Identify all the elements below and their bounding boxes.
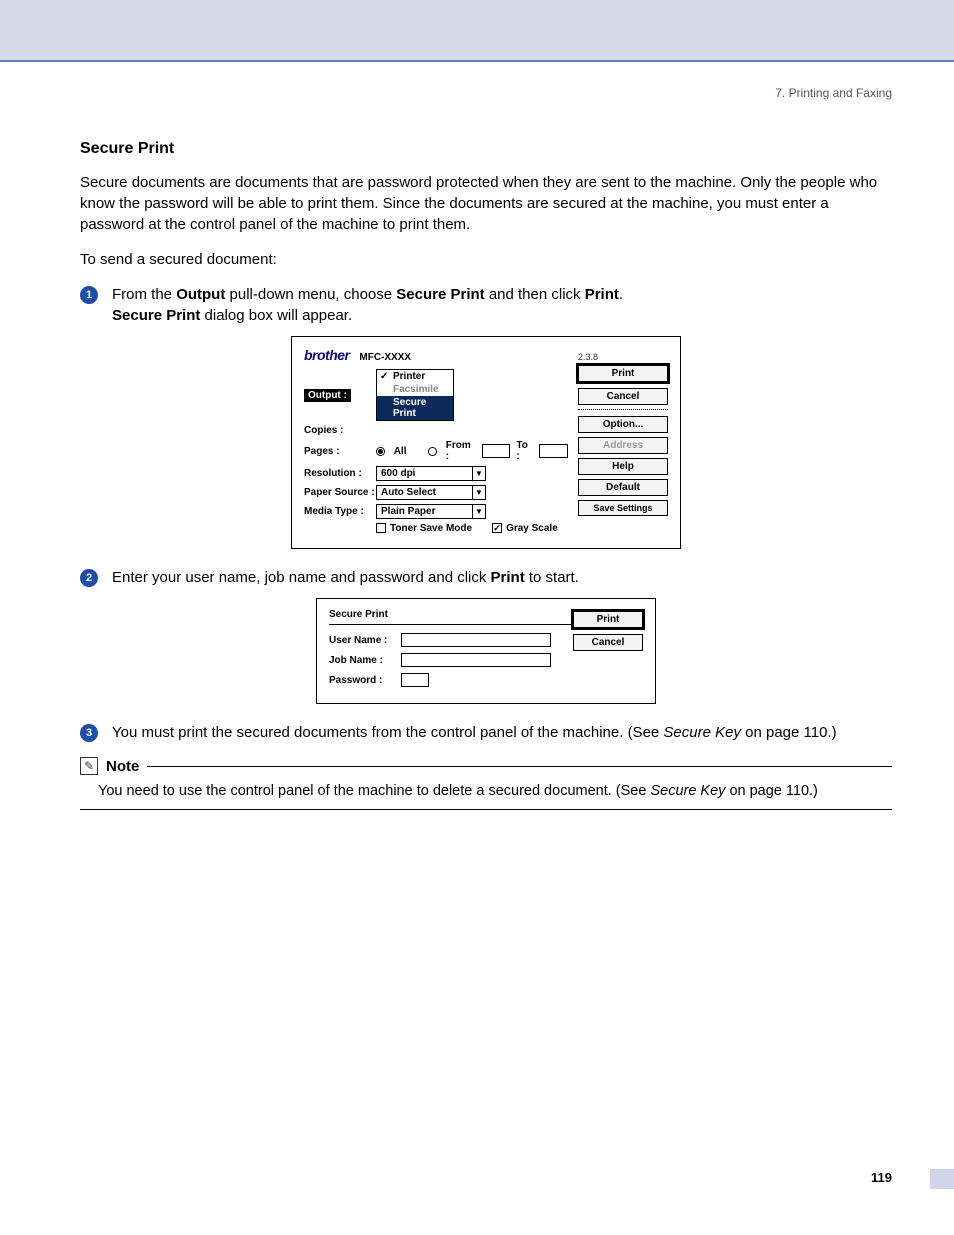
password-label: Password :: [329, 675, 401, 686]
menu-item-printer[interactable]: ✓Printer: [377, 370, 453, 383]
text: on page 110.): [725, 783, 817, 799]
save-settings-button[interactable]: Save Settings: [578, 500, 668, 516]
from-label: From :: [446, 440, 476, 462]
text-bold: Secure Print: [112, 307, 200, 324]
mediatype-select[interactable]: Plain Paper ▼: [376, 504, 486, 519]
default-button[interactable]: Default: [578, 479, 668, 496]
step-3-text: You must print the secured documents fro…: [112, 722, 892, 743]
resolution-label: Resolution :: [304, 468, 376, 479]
radio-from[interactable]: [428, 447, 437, 456]
papersource-select[interactable]: Auto Select ▼: [376, 485, 486, 500]
username-input[interactable]: [401, 633, 551, 647]
mediatype-label: Media Type :: [304, 506, 376, 517]
text: on page 110.): [741, 724, 837, 741]
text: dialog box will appear.: [200, 307, 352, 324]
dialog2-title: Secure Print: [329, 609, 388, 620]
text: 600 dpi: [381, 468, 415, 479]
step-2: 2 Enter your user name, job name and pas…: [80, 567, 892, 588]
step-2-text: Enter your user name, job name and passw…: [112, 567, 892, 588]
lead-paragraph: To send a secured document:: [80, 249, 892, 270]
text-bold: Secure Print: [396, 286, 484, 303]
section-title: Secure Print: [80, 140, 892, 158]
tonersave-label: Toner Save Mode: [390, 523, 472, 534]
jobname-input[interactable]: [401, 653, 551, 667]
from-input[interactable]: [482, 444, 511, 458]
version-label: 2.3.8: [578, 352, 598, 362]
note-icon: [80, 757, 98, 775]
password-input[interactable]: [401, 673, 429, 687]
intro-paragraph: Secure documents are documents that are …: [80, 172, 892, 235]
print-dialog: brother MFC-XXXX Output : ✓Printer Facsi…: [291, 336, 681, 549]
copies-label: Copies :: [304, 425, 376, 436]
menu-item-secure-print[interactable]: Secure Print: [377, 396, 453, 420]
note-title: Note: [106, 758, 139, 775]
text-bold: Print: [585, 286, 619, 303]
page-number: 119: [80, 1170, 892, 1185]
grayscale-checkbox[interactable]: ✓: [492, 523, 502, 533]
papersource-label: Paper Source :: [304, 487, 376, 498]
cancel-button[interactable]: Cancel: [578, 388, 668, 405]
chevron-down-icon: ▼: [472, 467, 485, 480]
pages-label: Pages :: [304, 446, 376, 457]
option-button[interactable]: Option...: [578, 416, 668, 433]
chapter-header: 7. Printing and Faxing: [80, 86, 892, 100]
radio-all[interactable]: [376, 447, 385, 456]
text: .: [619, 286, 623, 303]
chevron-down-icon: ▼: [472, 505, 485, 518]
top-decorative-bar: [0, 0, 954, 62]
text: Plain Paper: [381, 506, 435, 517]
chevron-down-icon: ▼: [472, 486, 485, 499]
to-label: To :: [516, 440, 533, 462]
step-badge-2: 2: [80, 569, 98, 587]
dialog-1-wrap: brother MFC-XXXX Output : ✓Printer Facsi…: [80, 336, 892, 549]
text: From the: [112, 286, 176, 303]
note-rule: [147, 766, 892, 767]
text-bold: Output: [176, 286, 225, 303]
help-button[interactable]: Help: [578, 458, 668, 475]
text: Auto Select: [381, 487, 436, 498]
text: pull-down menu, choose: [225, 286, 396, 303]
resolution-select[interactable]: 600 dpi ▼: [376, 466, 486, 481]
text: Enter your user name, job name and passw…: [112, 569, 491, 586]
all-label: All: [394, 446, 407, 457]
text: to start.: [525, 569, 579, 586]
divider: [578, 409, 668, 410]
step-3: 3 You must print the secured documents f…: [80, 722, 892, 743]
text: You need to use the control panel of the…: [98, 783, 650, 799]
text: and then click: [485, 286, 585, 303]
text-bold: Print: [491, 569, 525, 586]
text: Printer: [393, 371, 425, 382]
print-button[interactable]: Print: [578, 365, 668, 382]
menu-item-facsimile[interactable]: Facsimile: [377, 383, 453, 396]
jobname-label: Job Name :: [329, 655, 401, 666]
text-italic: Secure Key: [650, 783, 725, 799]
d2-cancel-button[interactable]: Cancel: [573, 634, 643, 651]
note-body: You need to use the control panel of the…: [80, 779, 892, 810]
model-label: MFC-XXXX: [359, 352, 411, 363]
step-badge-3: 3: [80, 724, 98, 742]
text-italic: Secure Key: [663, 724, 741, 741]
step-1-text: From the Output pull-down menu, choose S…: [112, 284, 892, 326]
username-label: User Name :: [329, 635, 401, 646]
text: You must print the secured documents fro…: [112, 724, 663, 741]
output-label: Output :: [304, 389, 351, 402]
output-menu[interactable]: ✓Printer Facsimile Secure Print: [376, 369, 454, 421]
text: 119: [871, 1170, 892, 1185]
step-badge-1: 1: [80, 286, 98, 304]
tonersave-checkbox[interactable]: [376, 523, 386, 533]
note-block: Note You need to use the control panel o…: [80, 757, 892, 810]
d2-print-button[interactable]: Print: [573, 611, 643, 628]
brand-logo: brother: [304, 347, 350, 363]
address-button: Address: [578, 437, 668, 454]
page-content: 7. Printing and Faxing Secure Print Secu…: [0, 62, 954, 1185]
page-side-tab: [930, 1169, 954, 1189]
step-1: 1 From the Output pull-down menu, choose…: [80, 284, 892, 326]
to-input[interactable]: [539, 444, 568, 458]
secure-print-dialog: Secure Print User Name : Job Name : Pass…: [316, 598, 656, 704]
grayscale-label: Gray Scale: [506, 523, 558, 534]
dialog-2-wrap: Secure Print User Name : Job Name : Pass…: [80, 598, 892, 704]
